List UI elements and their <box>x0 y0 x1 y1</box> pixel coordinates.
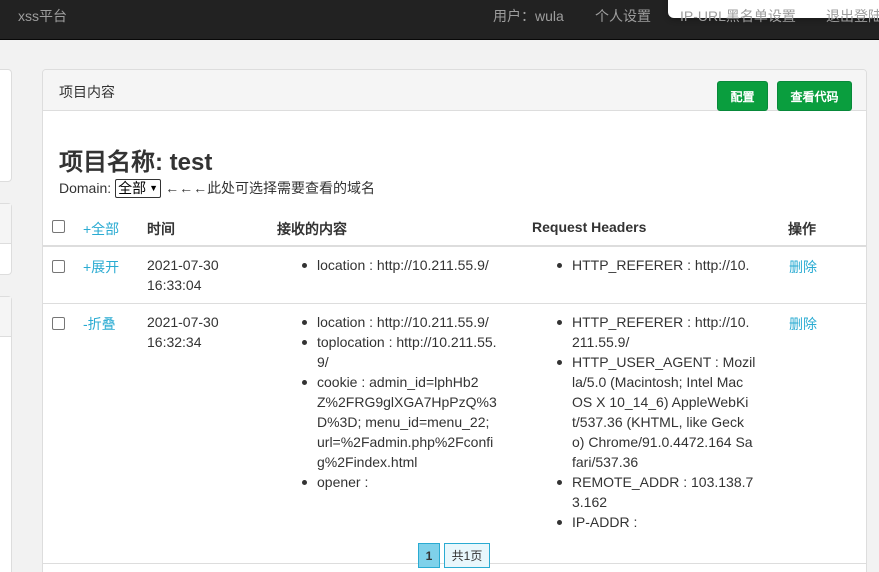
project-title: 项目名称: test <box>59 149 213 176</box>
list-item: HTTP_REFERER : http://10. <box>556 255 756 275</box>
pagination: 1 共1页 <box>418 543 490 568</box>
headers-list: HTTP_REFERER : http://10.211.55.9/ HTTP_… <box>556 312 756 532</box>
view-code-button[interactable]: 查看代码 <box>777 81 852 111</box>
row-clock: 16:32:34 <box>147 334 202 350</box>
nav-personal-settings[interactable]: 个人设置 <box>595 6 651 26</box>
sidebar-panel-fragment <box>0 69 12 182</box>
row-checkbox[interactable] <box>52 260 65 273</box>
list-item: location : http://10.211.55.9/ <box>301 312 497 332</box>
records-table: +全部 时间 接收的内容 Request Headers 操作 +展开 2021… <box>43 210 866 564</box>
table-header: +全部 时间 接收的内容 Request Headers 操作 <box>43 210 866 247</box>
chevron-down-icon: ▼ <box>149 183 159 193</box>
nav-ip-url-blocklist[interactable]: IP-URL黑名单设置 <box>680 6 796 26</box>
domain-selected-value: 全部 <box>118 180 147 196</box>
nav-logout[interactable]: 退出登陆 <box>826 6 879 26</box>
top-navbar: xss平台 用户：wula 个人设置 IP-URL黑名单设置 退出登陆 <box>0 0 879 40</box>
row-expand-link[interactable]: +展开 <box>83 257 119 277</box>
list-item: location : http://10.211.55.9/ <box>301 255 501 275</box>
column-header-time: 时间 <box>147 221 175 237</box>
row-collapse-link[interactable]: -折叠 <box>83 314 116 334</box>
select-all-checkbox[interactable] <box>52 220 65 233</box>
list-item: IP-ADDR : <box>556 512 756 532</box>
content-list: location : http://10.211.55.9/ toplocati… <box>301 312 497 492</box>
list-item: REMOTE_ADDR : 103.138.73.162 <box>556 472 756 512</box>
list-item: cookie : admin_id=lphHb2Z%2FRG9glXGA7HpP… <box>301 372 497 472</box>
project-content-panel: 项目内容 配置 查看代码 项目名称: test Domain: 全部 ▼ ←←←… <box>42 69 867 572</box>
nav-user-label[interactable]: 用户：wula <box>493 6 564 26</box>
list-item: toplocation : http://10.211.55.9/ <box>301 332 497 372</box>
column-header-request-headers: Request Headers <box>532 219 647 235</box>
domain-hint: ←←←此处可选择需要查看的域名 <box>165 180 376 196</box>
sidebar-panel-fragment <box>0 203 12 275</box>
content-list: location : http://10.211.55.9/ <box>301 255 501 275</box>
config-button[interactable]: 配置 <box>717 81 768 111</box>
page-current[interactable]: 1 <box>418 543 440 568</box>
table-row: +展开 2021-07-30 16:33:04 location : http:… <box>43 247 866 304</box>
row-time: 2021-07-30 16:32:34 <box>147 312 219 352</box>
panel-heading: 项目内容 配置 查看代码 <box>43 70 866 111</box>
sidebar-panel-fragment <box>0 296 12 572</box>
headers-list: HTTP_REFERER : http://10. <box>556 255 756 275</box>
row-date: 2021-07-30 <box>147 257 219 273</box>
domain-label: Domain: <box>59 180 112 196</box>
row-checkbox[interactable] <box>52 317 65 330</box>
expand-all-link[interactable]: +全部 <box>83 219 119 239</box>
list-item: HTTP_USER_AGENT : Mozilla/5.0 (Macintosh… <box>556 352 756 472</box>
column-header-action: 操作 <box>788 221 816 237</box>
delete-link[interactable]: 删除 <box>789 314 817 334</box>
domain-select[interactable]: 全部 ▼ <box>115 178 162 198</box>
domain-filter: Domain: 全部 ▼ ←←←此处可选择需要查看的域名 <box>59 178 375 198</box>
delete-link[interactable]: 删除 <box>789 257 817 277</box>
column-header-content: 接收的内容 <box>277 221 347 237</box>
row-time: 2021-07-30 16:33:04 <box>147 255 219 295</box>
row-clock: 16:33:04 <box>147 277 202 293</box>
list-item: opener : <box>301 472 497 492</box>
panel-title: 项目内容 <box>59 84 115 100</box>
page-total: 共1页 <box>444 543 490 568</box>
list-item: HTTP_REFERER : http://10.211.55.9/ <box>556 312 756 352</box>
row-date: 2021-07-30 <box>147 314 219 330</box>
table-row: -折叠 2021-07-30 16:32:34 location : http:… <box>43 304 866 564</box>
brand-link[interactable]: xss平台 <box>18 6 67 26</box>
